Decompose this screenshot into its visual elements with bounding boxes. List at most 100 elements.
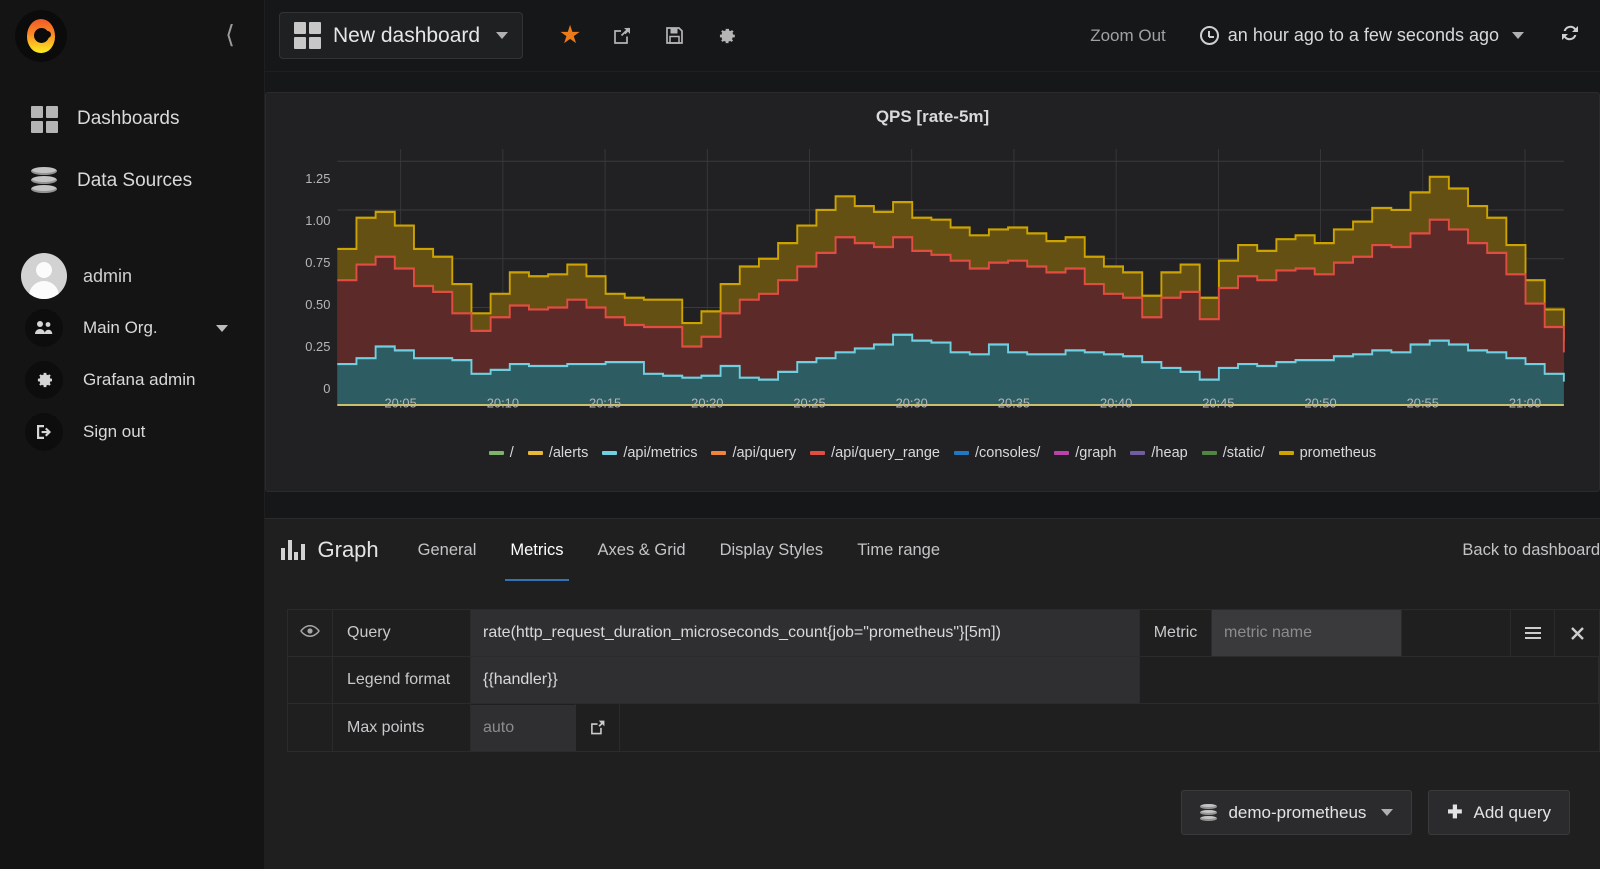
dashboard-switcher[interactable]: New dashboard [279,12,524,59]
sidebar-item-main-org[interactable]: Main Org. [0,302,264,354]
legend-swatch [1278,451,1294,455]
top-navbar: New dashboard ★ Zoom Out an hour ago to … [265,0,1600,72]
legend-label: /static/ [1222,445,1265,461]
eye-icon [300,624,320,643]
editor-tabs: Graph General Metrics Axes & Grid Displa… [265,519,1600,581]
sidebar-sign-out-label: Sign out [83,422,146,441]
legend-label: /alerts [548,445,589,461]
query-input-cell [471,610,1140,656]
avatar [21,253,67,299]
legend-item[interactable]: /static/ [1201,445,1265,461]
toggle-query-visibility-button[interactable] [288,610,333,656]
legend-item[interactable]: prometheus [1278,445,1377,461]
chevron-down-icon[interactable] [216,324,228,332]
star-icon[interactable]: ★ [557,23,583,49]
query-row: Query Metric [288,610,1599,657]
remove-query-button[interactable] [1555,610,1599,656]
tab-display-styles[interactable]: Display Styles [703,519,841,581]
metric-input[interactable] [1212,610,1401,656]
legend-item[interactable]: /alerts [527,445,589,461]
datasource-label: demo-prometheus [1228,802,1367,822]
chevron-left-icon[interactable]: ⟨ [218,20,242,50]
tab-time-range[interactable]: Time range [840,519,957,581]
time-range-picker[interactable]: an hour ago to a few seconds ago [1199,25,1524,46]
max-points-input-cell [471,704,576,751]
max-points-input[interactable] [471,704,576,751]
sidebar-nav: Dashboards Data Sources [0,72,264,212]
bar-chart-icon [281,540,305,560]
legend-format-input[interactable] [471,657,1139,703]
brand-area: ⟨ [0,0,264,72]
legend-label: prometheus [1299,445,1377,461]
max-points-row: Max points [288,704,1599,751]
tab-general[interactable]: General [401,519,494,581]
chevron-down-icon [496,32,509,39]
legend-label: / [509,445,514,461]
legend-swatch [953,451,969,455]
graph-plot-area[interactable]: 0 0.25 0.50 0.75 1.00 1.25 20:05 20:10 20:15 20:2… [296,137,1569,437]
legend-item[interactable]: /heap [1130,445,1188,461]
sign-out-icon [25,413,63,451]
legend-item[interactable]: /api/query_range [810,445,940,461]
legend-item[interactable]: / [488,445,514,461]
database-icon [1200,803,1218,822]
panel-editor: Graph General Metrics Axes & Grid Displa… [265,518,1600,869]
gear-icon[interactable] [713,23,739,49]
legend-label: /heap [1151,445,1188,461]
graph-panel: QPS [rate-5m] 0 0.25 0.50 0.75 1.00 1.25 20:05… [265,92,1600,492]
legend-item[interactable]: /consoles/ [953,445,1040,461]
dashboard-actions: ★ [557,23,739,49]
add-query-button[interactable]: ✚ Add query [1428,790,1570,835]
legend-swatch [1201,451,1217,455]
datasource-picker-button[interactable]: demo-prometheus [1181,790,1413,835]
sidebar-item-admin[interactable]: admin [0,250,264,302]
tab-axes-grid[interactable]: Axes & Grid [581,519,703,581]
sidebar-item-dashboards[interactable]: Dashboards [0,88,264,150]
query-label: Query [333,610,471,656]
legend-item[interactable]: /api/metrics [602,445,697,461]
metric-input-cell [1212,610,1402,656]
time-range-label: an hour ago to a few seconds ago [1227,25,1499,45]
back-to-dashboard-button[interactable]: Back to dashboard [1462,541,1600,560]
panel-type-label: Graph [317,537,379,562]
refresh-icon[interactable] [1558,21,1582,51]
grid-icon [21,105,67,133]
sidebar-item-grafana-admin[interactable]: Grafana admin [0,354,264,406]
query-input[interactable] [471,610,1139,656]
legend-item[interactable]: /graph [1054,445,1116,461]
max-points-label: Max points [333,704,471,751]
legend-swatch [1054,451,1070,455]
legend-swatch [602,451,618,455]
legend-swatch [527,451,543,455]
legend-swatch [810,451,826,455]
plus-icon: ✚ [1447,802,1463,822]
legend-format-row: Legend format [288,657,1599,704]
legend-item[interactable]: /api/query [711,445,796,461]
zoom-out-button[interactable]: Zoom Out [1090,26,1166,46]
share-icon[interactable] [609,23,635,49]
sidebar-org-label: Main Org. [83,318,158,337]
query-editor-table: Query Metric [287,609,1600,752]
editor-buttons: demo-prometheus ✚ Add query [265,790,1570,835]
legend-row-eye-spacer [288,657,333,703]
save-icon[interactable] [661,23,687,49]
dashboard-panel-wrap: QPS [rate-5m] 0 0.25 0.50 0.75 1.00 1.25 20:05… [265,72,1600,492]
grafana-logo-icon[interactable] [15,10,67,62]
legend-label: /graph [1075,445,1117,461]
add-query-label: Add query [1473,802,1552,822]
external-link-icon[interactable] [576,704,620,751]
legend-label: /api/query [732,445,797,461]
sidebar-grafana-admin-label: Grafana admin [83,370,196,389]
legend-format-label: Legend format [333,657,471,703]
panel-type-badge: Graph [281,537,401,563]
metric-label: Metric [1140,610,1212,656]
gear-icon [25,361,63,399]
grid-icon [294,22,321,49]
sidebar-item-sign-out[interactable]: Sign out [0,406,264,458]
legend-row-spacer [1140,657,1599,703]
query-menu-button[interactable] [1511,610,1555,656]
tab-metrics[interactable]: Metrics [493,519,580,581]
graph-svg [337,149,1565,406]
sidebar-item-label: Dashboards [77,108,180,129]
sidebar-item-data-sources[interactable]: Data Sources [0,150,264,212]
